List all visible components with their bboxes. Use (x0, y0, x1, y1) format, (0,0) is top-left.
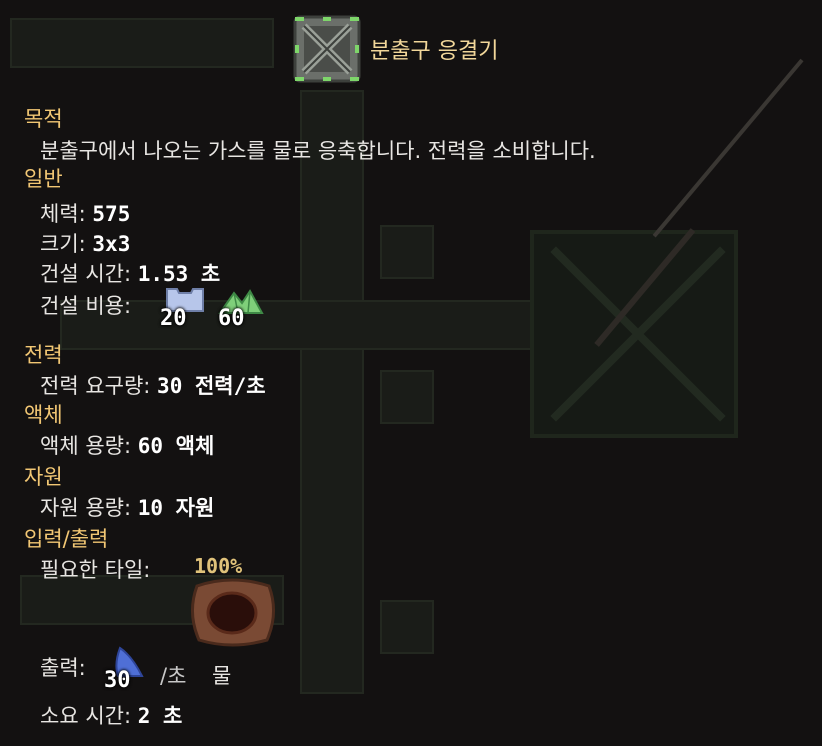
liquid-stat: 액체 용량: 60 액체 (40, 430, 214, 460)
craft-time-value: 2 초 (137, 704, 183, 728)
section-resource-header: 자원 (24, 465, 63, 489)
health-value: 575 (92, 202, 131, 226)
section-liquid-header: 액체 (24, 403, 63, 427)
liquid-value: 60 액체 (137, 434, 215, 458)
block-info-panel: 분출구 응결기 목적 분출구에서 나오는 가스를 물로 응축합니다. 전력을 소… (0, 0, 822, 746)
section-power-header: 전력 (24, 343, 63, 367)
vent-tile-icon (187, 578, 277, 652)
build-time-label: 건설 시간: (40, 262, 132, 286)
health-label: 체력: (40, 202, 86, 226)
power-value: 30 전력/초 (157, 374, 266, 398)
size-label: 크기: (40, 232, 86, 256)
resource-stat: 자원 용량: 10 자원 (40, 492, 214, 522)
liquid-label: 액체 용량: (40, 434, 132, 458)
craft-time-stat: 소요 시간: 2 초 (40, 700, 182, 730)
power-label: 전력 요구량: (40, 374, 151, 398)
required-tile-label: 필요한 타일: (40, 558, 151, 582)
vent-condenser-icon (292, 14, 362, 84)
output-item: 물 (212, 664, 232, 688)
build-cost-label: 건설 비용: (40, 294, 132, 318)
size-stat: 크기: 3x3 (40, 228, 130, 258)
title-row: 분출구 응결기 (292, 14, 498, 84)
build-time-value: 1.53 초 (137, 262, 221, 286)
section-general-header: 일반 (24, 167, 63, 191)
resource-value: 10 자원 (137, 496, 215, 520)
block-title: 분출구 응결기 (370, 39, 499, 64)
tile-percent: 100% (194, 554, 243, 578)
section-io-header: 입력/출력 (24, 527, 109, 551)
craft-time-label: 소요 시간: (40, 704, 132, 728)
output-rate: /초 (160, 664, 187, 688)
size-value: 3x3 (92, 232, 131, 256)
output-amount: 30 (104, 668, 131, 693)
purpose-description: 분출구에서 나오는 가스를 물로 응축합니다. 전력을 소비합니다. (40, 139, 596, 163)
health-stat: 체력: 575 (40, 198, 130, 228)
cost-amount-1: 20 (160, 306, 187, 331)
resource-label: 자원 용량: (40, 496, 132, 520)
cost-amount-2: 60 (218, 306, 245, 331)
section-purpose-header: 목적 (24, 107, 63, 131)
power-stat: 전력 요구량: 30 전력/초 (40, 370, 266, 400)
build-time-stat: 건설 시간: 1.53 초 (40, 258, 220, 288)
output-label: 출력: (40, 656, 86, 680)
